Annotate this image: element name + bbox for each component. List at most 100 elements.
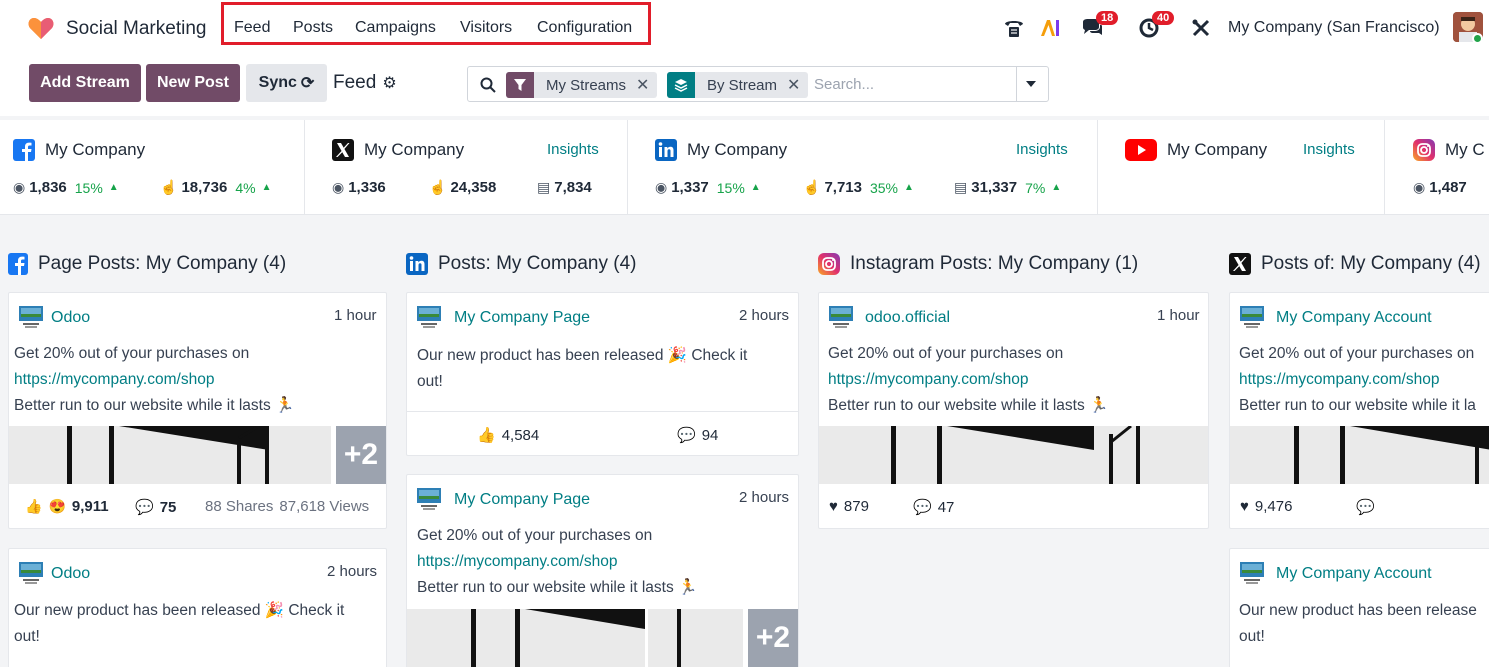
post-link[interactable]: https://mycompany.com/shop — [14, 367, 294, 393]
stat-card-facebook[interactable]: My Company ◉ 1,836 15% ▲ ☝ 18,736 4% ▲ — [0, 120, 305, 215]
post-line: Get 20% out of your purchases on — [417, 527, 653, 544]
post-card[interactable]: Odoo 2 hours Our new product has been re… — [8, 548, 387, 667]
post-card[interactable]: odoo.official 1 hour Get 20% out of your… — [818, 292, 1209, 529]
likes-count: 9,911 — [71, 498, 109, 515]
activity-clock-icon[interactable]: 40 — [1136, 11, 1175, 42]
post-card[interactable]: My Company Page 2 hours Our new product … — [406, 292, 799, 456]
search-bar[interactable]: My Streams ✕ By Stream ✕ Search... — [467, 66, 1049, 102]
close-icon[interactable]: ✕ — [636, 75, 649, 95]
followers-count: 1,337 — [671, 179, 709, 196]
post-author[interactable]: My Company Account — [1276, 309, 1432, 327]
insights-link[interactable]: Insights — [1303, 141, 1355, 158]
facet-my-streams[interactable]: My Streams ✕ — [506, 72, 658, 98]
facebook-icon — [8, 253, 28, 275]
column-title-linkedin: Posts: My Company (4) — [406, 253, 637, 275]
shares-count: 88 Shares — [205, 498, 274, 515]
post-line: Better run to our website while it lasts… — [417, 579, 698, 596]
followers-trend: 15% — [716, 179, 745, 196]
likes-count: 4,584 — [501, 426, 540, 444]
followers-count: 1,487 — [1429, 179, 1467, 196]
post-link[interactable]: https://mycompany.com/shop — [828, 367, 1108, 393]
post-card[interactable]: My Company Account Get 20% out of your p… — [1229, 292, 1489, 529]
followers-icon: ◉ — [332, 179, 345, 195]
post-author[interactable]: Odoo — [51, 309, 90, 327]
post-card[interactable]: My Company Page 2 hours Get 20% out of y… — [406, 474, 799, 667]
post-card[interactable]: My Company Account Our new product has b… — [1229, 548, 1489, 667]
post-link[interactable]: https://mycompany.com/shop — [1239, 367, 1476, 393]
youtube-icon — [1125, 139, 1157, 161]
post-reactions[interactable]: 👍 😍 9,911 — [25, 498, 109, 515]
app-name[interactable]: Social Marketing — [66, 18, 206, 40]
post-link[interactable]: https://mycompany.com/shop — [417, 549, 697, 575]
stream-name: My C — [1445, 140, 1485, 159]
tools-icon[interactable] — [1191, 14, 1211, 42]
engagement-trend: 35% — [869, 179, 899, 196]
comments-count: 75 — [159, 498, 177, 516]
post-image[interactable] — [819, 426, 1208, 484]
menu-posts[interactable]: Posts — [293, 19, 333, 37]
search-input[interactable]: Search... — [814, 76, 874, 93]
app-logo-heart-icon[interactable] — [28, 16, 54, 40]
post-likes[interactable]: 👍 4,584 — [477, 426, 540, 445]
menu-feed[interactable]: Feed — [234, 19, 270, 37]
stat-card-x[interactable]: My Company Insights ◉ 1,336 ☝ 24,358 ▤ 7… — [305, 120, 628, 215]
post-author[interactable]: odoo.official — [865, 309, 950, 327]
new-post-button[interactable]: New Post — [146, 64, 240, 102]
post-image[interactable] — [9, 426, 331, 484]
author-avatar — [417, 306, 441, 328]
post-likes[interactable]: ♥ 9,476 — [1240, 498, 1292, 515]
post-comments[interactable]: 💬 — [1356, 498, 1375, 516]
add-stream-button[interactable]: Add Stream — [29, 64, 141, 102]
comments-icon: 💬 — [913, 499, 932, 516]
facet-by-stream[interactable]: By Stream ✕ — [667, 72, 809, 98]
post-message: Our new product has been released 🎉 Chec… — [14, 598, 344, 650]
stream-name: My Company — [364, 140, 465, 159]
ai-icon[interactable] — [1040, 14, 1062, 42]
post-image[interactable] — [1230, 426, 1489, 484]
stat-card-instagram[interactable]: My C ◉ 1,487 — [1385, 120, 1489, 215]
more-images-badge[interactable]: +2 — [748, 609, 798, 667]
divider — [407, 411, 798, 412]
stat-card-youtube[interactable]: My Company Insights — [1098, 120, 1385, 215]
post-author[interactable]: My Company Page — [454, 491, 590, 509]
phone-icon[interactable] — [1002, 14, 1026, 42]
gear-icon[interactable]: ⚙ — [382, 73, 396, 93]
followers-count: 1,336 — [348, 179, 386, 196]
post-line: Our new product has been released 🎉 Chec… — [14, 602, 345, 619]
post-likes[interactable]: ♥ 879 — [829, 498, 869, 515]
comments-icon: 💬 — [1356, 499, 1375, 516]
insights-link[interactable]: Insights — [1016, 141, 1068, 158]
post-author[interactable]: My Company Account — [1276, 565, 1432, 583]
more-images-badge[interactable]: +2 — [336, 426, 386, 484]
followers-count: 1,836 — [29, 179, 67, 196]
sync-button[interactable]: Sync ⟳ — [246, 64, 327, 102]
comments-count: 94 — [701, 426, 719, 444]
engagement-count: 7,713 — [824, 179, 862, 196]
post-comments[interactable]: 💬 47 — [913, 498, 954, 517]
post-author[interactable]: Odoo — [51, 565, 90, 583]
stories-icon: ▤ — [954, 179, 968, 195]
chat-icon[interactable]: 18 — [1078, 11, 1119, 42]
column-title-text: Instagram Posts: My Company (1) — [850, 253, 1139, 274]
post-image[interactable] — [407, 609, 743, 667]
insights-link[interactable]: Insights — [547, 141, 599, 158]
chevron-down-icon[interactable] — [1026, 81, 1036, 87]
trend-up-icon: ▲ — [1051, 182, 1062, 193]
post-comments[interactable]: 💬 75 — [135, 498, 177, 517]
author-avatar — [1240, 306, 1264, 328]
search-icon[interactable] — [480, 77, 496, 93]
facet-label: My Streams — [546, 76, 627, 94]
close-icon[interactable]: ✕ — [787, 75, 800, 95]
menu-visitors[interactable]: Visitors — [460, 19, 512, 37]
company-switcher[interactable]: My Company (San Francisco) — [1228, 19, 1440, 37]
heart-icon: ♥ — [1240, 498, 1249, 515]
post-comments[interactable]: 💬 94 — [677, 426, 719, 445]
post-line: Our new product has been released 🎉 Chec… — [417, 347, 748, 364]
engagement-count: 24,358 — [450, 179, 497, 196]
control-panel: Add Stream New Post Sync ⟳ Feed ⚙ My Str… — [0, 56, 1489, 116]
stat-card-linkedin[interactable]: My Company Insights ◉ 1,337 15% ▲ ☝ 7,713… — [628, 120, 1098, 215]
post-author[interactable]: My Company Page — [454, 309, 590, 327]
menu-configuration[interactable]: Configuration — [537, 19, 632, 37]
post-card[interactable]: Odoo 1 hour Get 20% out of your purchase… — [8, 292, 387, 529]
menu-campaigns[interactable]: Campaigns — [355, 19, 436, 37]
